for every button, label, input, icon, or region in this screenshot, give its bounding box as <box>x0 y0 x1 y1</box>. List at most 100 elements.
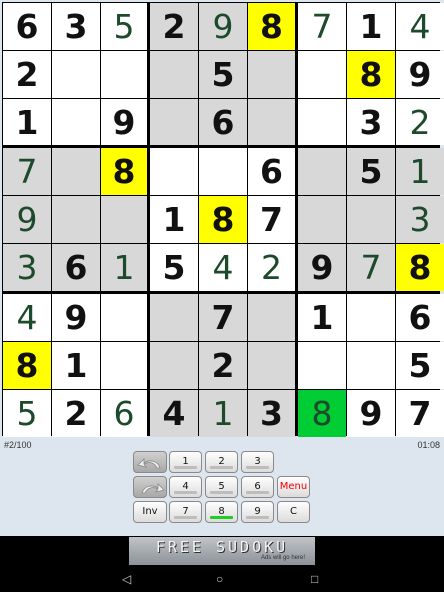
cell-r4-c7[interactable] <box>298 148 346 195</box>
cell-r4-c3[interactable]: 8 <box>101 148 147 195</box>
cell-r9-c1[interactable]: 5 <box>3 390 51 437</box>
cell-r3-c1[interactable]: 1 <box>3 99 51 145</box>
menu-button[interactable]: Menu <box>277 476 310 498</box>
back-icon[interactable]: ◁ <box>122 572 131 586</box>
cell-r5-c4[interactable]: 1 <box>150 196 198 243</box>
cell-r4-c8[interactable]: 5 <box>347 148 395 195</box>
cell-r4-c6[interactable]: 6 <box>248 148 295 195</box>
cell-r6-c4[interactable]: 5 <box>150 244 198 291</box>
cell-r5-c2[interactable] <box>52 196 100 243</box>
digit-key-2[interactable]: 2 <box>205 451 238 473</box>
cell-r8-c7[interactable] <box>298 342 346 389</box>
cell-r3-c5[interactable]: 6 <box>199 99 247 145</box>
cell-r2-c5[interactable]: 5 <box>199 51 247 98</box>
digit-key-9[interactable]: 9 <box>241 501 274 523</box>
cell-r8-c8[interactable] <box>347 342 395 389</box>
cell-r1-c7[interactable]: 7 <box>298 3 346 50</box>
cell-r7-c1[interactable]: 4 <box>3 294 51 341</box>
cell-r5-c5[interactable]: 8 <box>199 196 247 243</box>
digit-key-1[interactable]: 1 <box>169 451 202 473</box>
cell-r7-c6[interactable] <box>248 294 295 341</box>
clear-button[interactable]: C <box>277 501 310 523</box>
cell-r7-c7[interactable]: 1 <box>298 294 346 341</box>
cell-r9-c7[interactable]: 8 <box>298 390 346 437</box>
cell-r4-c4[interactable] <box>150 148 198 195</box>
cell-r9-c5[interactable]: 1 <box>199 390 247 437</box>
cell-r7-c5[interactable]: 7 <box>199 294 247 341</box>
cell-r2-c3[interactable] <box>101 51 147 98</box>
cell-r8-c1[interactable]: 8 <box>3 342 51 389</box>
cell-r9-c4[interactable]: 4 <box>150 390 198 437</box>
cell-r3-c9[interactable]: 2 <box>396 99 444 145</box>
digit-key-4[interactable]: 4 <box>169 476 202 498</box>
cell-r1-c4[interactable]: 2 <box>150 3 198 50</box>
digit-key-7[interactable]: 7 <box>169 501 202 523</box>
cell-r2-c7[interactable] <box>298 51 346 98</box>
cell-r4-c5[interactable] <box>199 148 247 195</box>
cell-r7-c4[interactable] <box>150 294 198 341</box>
undo-button[interactable] <box>133 451 167 473</box>
cell-r5-c3[interactable] <box>101 196 147 243</box>
cell-r1-c5[interactable]: 9 <box>199 3 247 50</box>
cell-r6-c6[interactable]: 2 <box>248 244 295 291</box>
cell-r7-c8[interactable] <box>347 294 395 341</box>
cell-r9-c2[interactable]: 2 <box>52 390 100 437</box>
ad-banner[interactable]: FREE SUDOKU Ads will go here! <box>129 537 315 565</box>
cell-r5-c8[interactable] <box>347 196 395 243</box>
cell-r9-c6[interactable]: 3 <box>248 390 295 437</box>
cell-r6-c2[interactable]: 6 <box>52 244 100 291</box>
cell-r3-c2[interactable] <box>52 99 100 145</box>
cell-r7-c2[interactable]: 9 <box>52 294 100 341</box>
cell-r5-c7[interactable] <box>298 196 346 243</box>
cell-r2-c9[interactable]: 9 <box>396 51 444 98</box>
cell-r9-c8[interactable]: 9 <box>347 390 395 437</box>
cell-r6-c3[interactable]: 1 <box>101 244 147 291</box>
cell-r9-c9[interactable]: 7 <box>396 390 444 437</box>
cell-r8-c6[interactable] <box>248 342 295 389</box>
cell-r5-c6[interactable]: 7 <box>248 196 295 243</box>
cell-r5-c1[interactable]: 9 <box>3 196 51 243</box>
cell-r8-c2[interactable]: 1 <box>52 342 100 389</box>
cell-r2-c8[interactable]: 8 <box>347 51 395 98</box>
cell-r2-c6[interactable] <box>248 51 295 98</box>
cell-r3-c3[interactable]: 9 <box>101 99 147 145</box>
cell-r9-c3[interactable]: 6 <box>101 390 147 437</box>
cell-r6-c7[interactable]: 9 <box>298 244 346 291</box>
puzzle-number: #2/100 <box>4 440 32 450</box>
cell-r1-c6[interactable]: 8 <box>248 3 295 50</box>
cell-r8-c5[interactable]: 2 <box>199 342 247 389</box>
cell-r1-c1[interactable]: 6 <box>3 3 51 50</box>
cell-r4-c1[interactable]: 7 <box>3 148 51 195</box>
digit-key-8[interactable]: 8 <box>205 501 238 523</box>
cell-r2-c4[interactable] <box>150 51 198 98</box>
recents-icon[interactable]: □ <box>311 572 318 586</box>
cell-r3-c7[interactable] <box>298 99 346 145</box>
cell-r4-c9[interactable]: 1 <box>396 148 444 195</box>
cell-r7-c3[interactable] <box>101 294 147 341</box>
digit-key-5[interactable]: 5 <box>205 476 238 498</box>
cell-r4-c2[interactable] <box>52 148 100 195</box>
cell-r6-c5[interactable]: 4 <box>199 244 247 291</box>
home-icon[interactable]: ○ <box>216 572 223 586</box>
cell-r5-c9[interactable]: 3 <box>396 196 444 243</box>
cell-r1-c8[interactable]: 1 <box>347 3 395 50</box>
cell-r2-c1[interactable]: 2 <box>3 51 51 98</box>
cell-r6-c9[interactable]: 8 <box>396 244 444 291</box>
cell-r1-c9[interactable]: 4 <box>396 3 444 50</box>
cell-r3-c8[interactable]: 3 <box>347 99 395 145</box>
cell-r7-c9[interactable]: 6 <box>396 294 444 341</box>
cell-r8-c9[interactable]: 5 <box>396 342 444 389</box>
cell-r3-c6[interactable] <box>248 99 295 145</box>
cell-r8-c3[interactable] <box>101 342 147 389</box>
cell-r6-c1[interactable]: 3 <box>3 244 51 291</box>
redo-button[interactable] <box>133 476 167 498</box>
cell-r2-c2[interactable] <box>52 51 100 98</box>
digit-key-6[interactable]: 6 <box>241 476 274 498</box>
inverse-button[interactable]: Inv <box>133 501 167 523</box>
cell-r3-c4[interactable] <box>150 99 198 145</box>
cell-r6-c8[interactable]: 7 <box>347 244 395 291</box>
cell-r1-c2[interactable]: 3 <box>52 3 100 50</box>
cell-r1-c3[interactable]: 5 <box>101 3 147 50</box>
cell-r8-c4[interactable] <box>150 342 198 389</box>
digit-key-3[interactable]: 3 <box>241 451 274 473</box>
